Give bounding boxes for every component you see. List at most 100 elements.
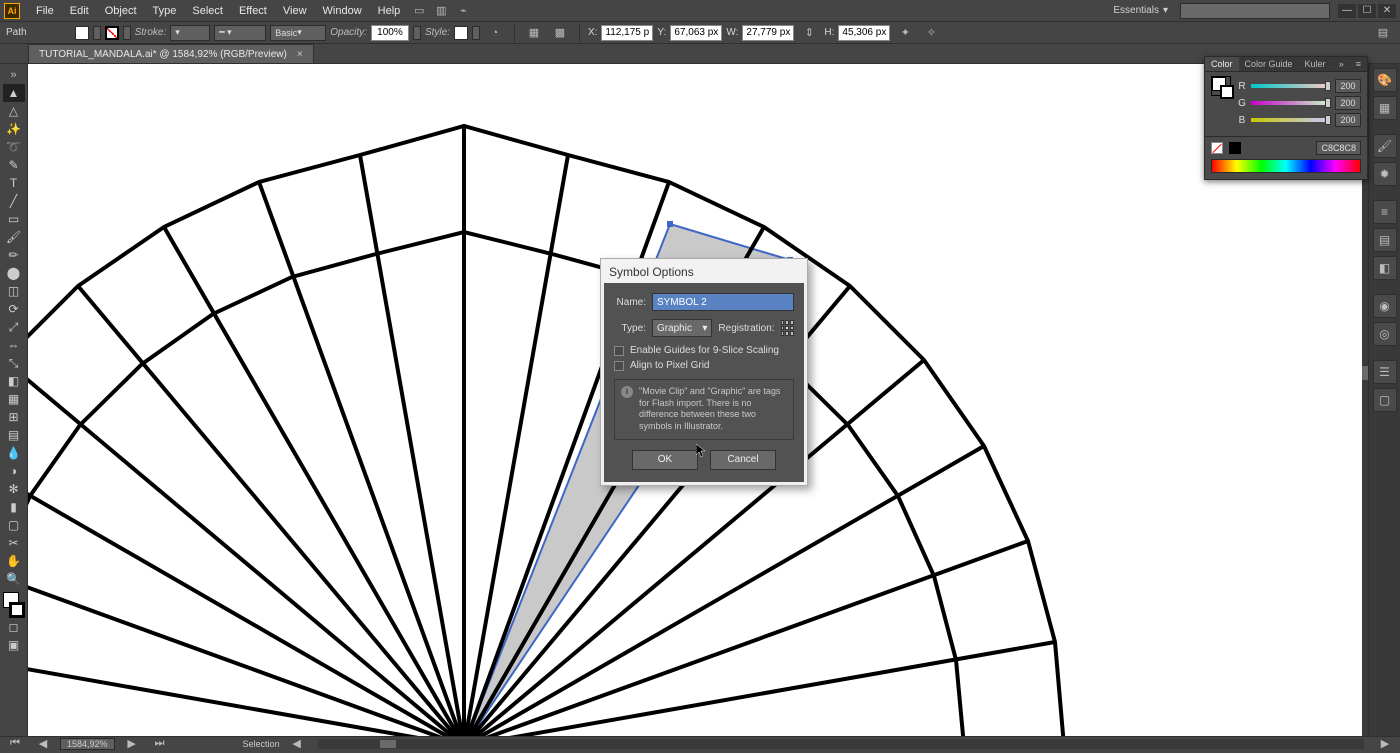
shape-icon-2[interactable]: ✧ <box>922 24 940 42</box>
zoom-tool[interactable]: 🔍 <box>3 570 25 588</box>
menu-type[interactable]: Type <box>145 5 185 17</box>
fill-stroke-indicator[interactable] <box>3 592 25 618</box>
stroke-dropdown[interactable] <box>123 26 131 40</box>
rectangle-tool[interactable]: ▭ <box>3 210 25 228</box>
symbol-name-input[interactable] <box>652 293 794 311</box>
perspective-grid-tool[interactable]: ▦ <box>3 390 25 408</box>
window-close-button[interactable]: ✕ <box>1378 4 1396 18</box>
width-tool[interactable]: ⇔ <box>3 336 25 354</box>
panel-menu-icon[interactable]: ▤ <box>1374 24 1392 42</box>
lasso-tool[interactable]: ➰ <box>3 138 25 156</box>
w-input[interactable] <box>742 25 794 41</box>
stroke-weight-select[interactable]: ▾ <box>170 25 210 41</box>
symbols-panel-icon[interactable]: ✹ <box>1373 162 1397 186</box>
menu-help[interactable]: Help <box>370 5 409 17</box>
fill-dropdown[interactable] <box>93 26 101 40</box>
blend-tool[interactable]: ◑ <box>3 462 25 480</box>
brushes-panel-icon[interactable]: 🖌 <box>1373 134 1397 158</box>
menu-effect[interactable]: Effect <box>231 5 275 17</box>
transparency-panel-icon[interactable]: ◧ <box>1373 256 1397 280</box>
swatch-black[interactable] <box>1229 142 1241 154</box>
workspace-switcher[interactable]: Essentials ▾ <box>1107 5 1174 16</box>
menu-view[interactable]: View <box>275 5 315 17</box>
blob-brush-tool[interactable]: ⬤ <box>3 264 25 282</box>
value-g[interactable]: 200 <box>1335 96 1361 110</box>
pen-tool[interactable]: ✎ <box>3 156 25 174</box>
nine-slice-checkbox[interactable]: Enable Guides for 9-Slice Scaling <box>614 345 794 356</box>
artboard-tool[interactable]: ▢ <box>3 516 25 534</box>
gradient-panel-icon[interactable]: ▤ <box>1373 228 1397 252</box>
symbol-sprayer-tool[interactable]: ✻ <box>3 480 25 498</box>
cancel-button[interactable]: Cancel <box>710 450 776 470</box>
free-transform-tool[interactable]: ⤡ <box>3 354 25 372</box>
paintbrush-tool[interactable]: 🖌 <box>3 228 25 246</box>
horizontal-scrollbar[interactable] <box>318 739 1364 749</box>
opacity-input[interactable] <box>371 25 409 41</box>
window-minimize-button[interactable]: — <box>1338 4 1356 18</box>
document-tab[interactable]: TUTORIAL_MANDALA.ai* @ 1584,92% (RGB/Pre… <box>28 44 314 63</box>
gradient-tool[interactable]: ▤ <box>3 426 25 444</box>
align-pixel-grid-checkbox[interactable]: Align to Pixel Grid <box>614 360 794 371</box>
swatches-panel-icon[interactable]: ▦ <box>1373 96 1397 120</box>
constrain-proportions-icon[interactable]: ⇕ <box>800 24 818 42</box>
artboards-panel-icon[interactable]: ▢ <box>1373 388 1397 412</box>
hex-input[interactable]: C8C8C8 <box>1316 141 1361 155</box>
registration-point-picker[interactable] <box>781 320 794 336</box>
shape-icon-1[interactable]: ✦ <box>896 24 914 42</box>
graphic-styles-panel-icon[interactable]: ◎ <box>1373 322 1397 346</box>
eraser-tool[interactable]: ◫ <box>3 282 25 300</box>
color-spectrum[interactable] <box>1211 159 1361 173</box>
hand-tool[interactable]: ✋ <box>3 552 25 570</box>
symbol-type-select[interactable]: Graphic▾ <box>652 319 712 337</box>
appearance-panel-icon[interactable]: ◉ <box>1373 294 1397 318</box>
scale-tool[interactable]: ⤢ <box>3 318 25 336</box>
eyedropper-tool[interactable]: 💧 <box>3 444 25 462</box>
brush-definition[interactable]: Basic ▾ <box>270 25 326 41</box>
align-icon[interactable]: ▦ <box>525 24 543 42</box>
layout-icon[interactable]: ▥ <box>432 2 450 20</box>
recolor-artwork-icon[interactable]: ◔ <box>486 24 504 42</box>
slice-tool[interactable]: ✂ <box>3 534 25 552</box>
screen-mode[interactable]: ▣ <box>3 636 25 654</box>
slider-b[interactable]: B 200 <box>1237 113 1361 127</box>
menu-window[interactable]: Window <box>315 5 370 17</box>
color-panel[interactable]: Color Color Guide Kuler » ≡ R 200 G 200 <box>1204 56 1368 180</box>
menu-edit[interactable]: Edit <box>62 5 97 17</box>
zoom-input[interactable]: 1584,92% <box>60 738 115 750</box>
slider-r[interactable]: R 200 <box>1237 79 1361 93</box>
swatch-none[interactable] <box>1211 142 1223 154</box>
panel-menu-icon[interactable]: ≡ <box>1350 57 1367 71</box>
tab-color[interactable]: Color <box>1205 57 1239 71</box>
menu-object[interactable]: Object <box>97 5 145 17</box>
layers-panel-icon[interactable]: ☰ <box>1373 360 1397 384</box>
h-input[interactable] <box>838 25 890 41</box>
pencil-tool[interactable]: ✏ <box>3 246 25 264</box>
variable-width-profile[interactable]: ━ ▾ <box>214 25 266 41</box>
stroke-swatch[interactable] <box>105 26 119 40</box>
slider-g[interactable]: G 200 <box>1237 96 1361 110</box>
stroke-panel-icon[interactable]: ≡ <box>1373 200 1397 224</box>
transform-icon[interactable]: ▩ <box>551 24 569 42</box>
tab-color-guide[interactable]: Color Guide <box>1239 57 1299 71</box>
help-search-input[interactable] <box>1180 3 1330 19</box>
value-r[interactable]: 200 <box>1335 79 1361 93</box>
type-tool[interactable]: T <box>3 174 25 192</box>
panel-fill-stroke[interactable] <box>1211 76 1231 96</box>
graphic-style-swatch[interactable] <box>454 26 468 40</box>
stroke-color-icon[interactable] <box>9 602 25 618</box>
tab-kuler[interactable]: Kuler <box>1299 57 1332 71</box>
selection-tool[interactable]: ▲ <box>3 84 25 102</box>
shape-builder-tool[interactable]: ◧ <box>3 372 25 390</box>
direct-selection-tool[interactable]: △ <box>3 102 25 120</box>
window-maximize-button[interactable]: ☐ <box>1358 4 1376 18</box>
menu-file[interactable]: File <box>28 5 62 17</box>
arrange-documents-icon[interactable]: ▭ <box>410 2 428 20</box>
fill-swatch[interactable] <box>75 26 89 40</box>
graphic-style-dropdown[interactable] <box>472 26 480 40</box>
toolbox-collapse-icon[interactable]: » <box>5 66 23 84</box>
bridge-icon[interactable]: ⌁ <box>454 2 472 20</box>
rotate-tool[interactable]: ⟳ <box>3 300 25 318</box>
ok-button[interactable]: OK <box>632 450 698 470</box>
close-tab-icon[interactable]: × <box>297 49 303 60</box>
color-panel-icon[interactable]: 🎨 <box>1373 68 1397 92</box>
